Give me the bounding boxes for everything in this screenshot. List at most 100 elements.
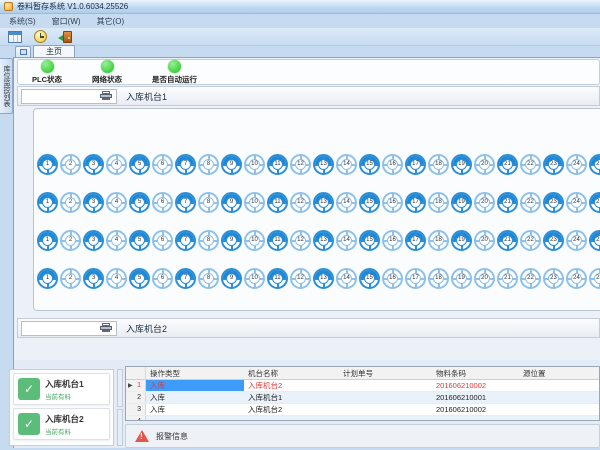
- roll-slot[interactable]: 11: [267, 154, 288, 175]
- roll-slot[interactable]: 1: [37, 230, 58, 251]
- roll-slot[interactable]: 7: [175, 154, 196, 175]
- roll-slot[interactable]: 16: [382, 154, 403, 175]
- menu-item[interactable]: 其它(O): [97, 16, 125, 27]
- roll-slot[interactable]: 17: [405, 268, 426, 289]
- roll-slot[interactable]: 13: [313, 268, 334, 289]
- roll-slot[interactable]: 13: [313, 154, 334, 175]
- roll-slot[interactable]: 14: [336, 192, 357, 213]
- print-button-station2[interactable]: [21, 321, 117, 336]
- roll-slot[interactable]: 19: [451, 230, 472, 251]
- roll-slot[interactable]: 2: [60, 268, 81, 289]
- roll-slot[interactable]: 14: [336, 230, 357, 251]
- roll-slot[interactable]: 12: [290, 154, 311, 175]
- roll-slot[interactable]: 20: [474, 268, 495, 289]
- roll-slot[interactable]: 23: [543, 192, 564, 213]
- menu-item[interactable]: 系统(S): [9, 16, 36, 27]
- roll-slot[interactable]: 13: [313, 192, 334, 213]
- roll-slot[interactable]: 24: [566, 268, 587, 289]
- roll-slot[interactable]: 18: [428, 268, 449, 289]
- table-cell[interactable]: [339, 416, 432, 421]
- roll-slot[interactable]: 11: [267, 268, 288, 289]
- roll-slot[interactable]: 4: [106, 154, 127, 175]
- roll-slot[interactable]: 11: [267, 192, 288, 213]
- table-cell[interactable]: [244, 416, 339, 421]
- roll-slot[interactable]: 15: [359, 230, 380, 251]
- roll-slot[interactable]: 3: [83, 230, 104, 251]
- roll-slot[interactable]: 12: [290, 268, 311, 289]
- table-cell[interactable]: [146, 416, 244, 421]
- roll-slot[interactable]: 16: [382, 192, 403, 213]
- roll-slot[interactable]: 12: [290, 230, 311, 251]
- table-cell[interactable]: [432, 416, 519, 421]
- roll-slot[interactable]: 8: [198, 230, 219, 251]
- tab-home[interactable]: 主页: [33, 45, 75, 57]
- roll-slot[interactable]: 10: [244, 154, 265, 175]
- table-cell[interactable]: [519, 380, 599, 391]
- roll-slot[interactable]: 13: [313, 230, 334, 251]
- roll-slot[interactable]: 9: [221, 268, 242, 289]
- table-cell[interactable]: [519, 404, 599, 415]
- roll-slot[interactable]: 25: [589, 230, 600, 251]
- roll-slot[interactable]: 18: [428, 154, 449, 175]
- roll-slot[interactable]: 19: [451, 154, 472, 175]
- roll-slot[interactable]: 3: [83, 192, 104, 213]
- roll-slot[interactable]: 6: [152, 192, 173, 213]
- roll-slot[interactable]: 10: [244, 230, 265, 251]
- roll-slot[interactable]: 22: [520, 230, 541, 251]
- print-button-station1[interactable]: [21, 89, 117, 104]
- roll-slot[interactable]: 17: [405, 154, 426, 175]
- station-card[interactable]: ✓入库机台1当前有料: [13, 373, 110, 405]
- roll-slot[interactable]: 7: [175, 230, 196, 251]
- roll-slot[interactable]: 5: [129, 154, 150, 175]
- roll-slot[interactable]: 8: [198, 154, 219, 175]
- table-cell[interactable]: [339, 380, 432, 391]
- roll-slot[interactable]: 2: [60, 154, 81, 175]
- roll-slot[interactable]: 4: [106, 192, 127, 213]
- roll-slot[interactable]: 25: [589, 192, 600, 213]
- table-row[interactable]: 2入库入库机台1201606210001: [126, 392, 599, 404]
- roll-slot[interactable]: 19: [451, 192, 472, 213]
- roll-slot[interactable]: 16: [382, 230, 403, 251]
- table-cell[interactable]: 入库: [146, 404, 244, 415]
- roll-slot[interactable]: 24: [566, 192, 587, 213]
- roll-slot[interactable]: 25: [589, 268, 600, 289]
- roll-slot[interactable]: 20: [474, 154, 495, 175]
- roll-slot[interactable]: 1: [37, 192, 58, 213]
- side-dock-tab[interactable]: 库位监控列表: [0, 58, 13, 114]
- roll-slot[interactable]: 7: [175, 268, 196, 289]
- table-cell[interactable]: 入库: [146, 380, 244, 391]
- roll-slot[interactable]: 3: [83, 268, 104, 289]
- exit-button[interactable]: [57, 29, 73, 45]
- roll-slot[interactable]: 14: [336, 268, 357, 289]
- column-header[interactable]: 源位置: [519, 367, 599, 379]
- roll-slot[interactable]: 4: [106, 268, 127, 289]
- table-row[interactable]: 4: [126, 416, 599, 421]
- column-header[interactable]: 操作类型: [146, 367, 244, 379]
- roll-slot[interactable]: 5: [129, 192, 150, 213]
- roll-slot[interactable]: 18: [428, 192, 449, 213]
- roll-slot[interactable]: 21: [497, 268, 518, 289]
- roll-slot[interactable]: 25: [589, 154, 600, 175]
- roll-slot[interactable]: 24: [566, 154, 587, 175]
- roll-slot[interactable]: 22: [520, 192, 541, 213]
- roll-slot[interactable]: 9: [221, 192, 242, 213]
- roll-slot[interactable]: 23: [543, 230, 564, 251]
- roll-slot[interactable]: 23: [543, 154, 564, 175]
- roll-slot[interactable]: 17: [405, 192, 426, 213]
- roll-slot[interactable]: 18: [428, 230, 449, 251]
- roll-slot[interactable]: 10: [244, 268, 265, 289]
- roll-slot[interactable]: 21: [497, 192, 518, 213]
- roll-slot[interactable]: 1: [37, 268, 58, 289]
- roll-slot[interactable]: 20: [474, 192, 495, 213]
- roll-slot[interactable]: 15: [359, 154, 380, 175]
- roll-slot[interactable]: 1: [37, 154, 58, 175]
- roll-slot[interactable]: 2: [60, 192, 81, 213]
- roll-slot[interactable]: 23: [543, 268, 564, 289]
- table-cell[interactable]: 201606210002: [432, 380, 519, 391]
- column-header[interactable]: 物料条码: [432, 367, 519, 379]
- roll-slot[interactable]: 2: [60, 230, 81, 251]
- table-cell[interactable]: 入库机台2: [244, 404, 339, 415]
- table-cell[interactable]: [519, 392, 599, 403]
- roll-slot[interactable]: 15: [359, 192, 380, 213]
- table-row[interactable]: ▶1入库入库机台2201606210002: [126, 380, 599, 392]
